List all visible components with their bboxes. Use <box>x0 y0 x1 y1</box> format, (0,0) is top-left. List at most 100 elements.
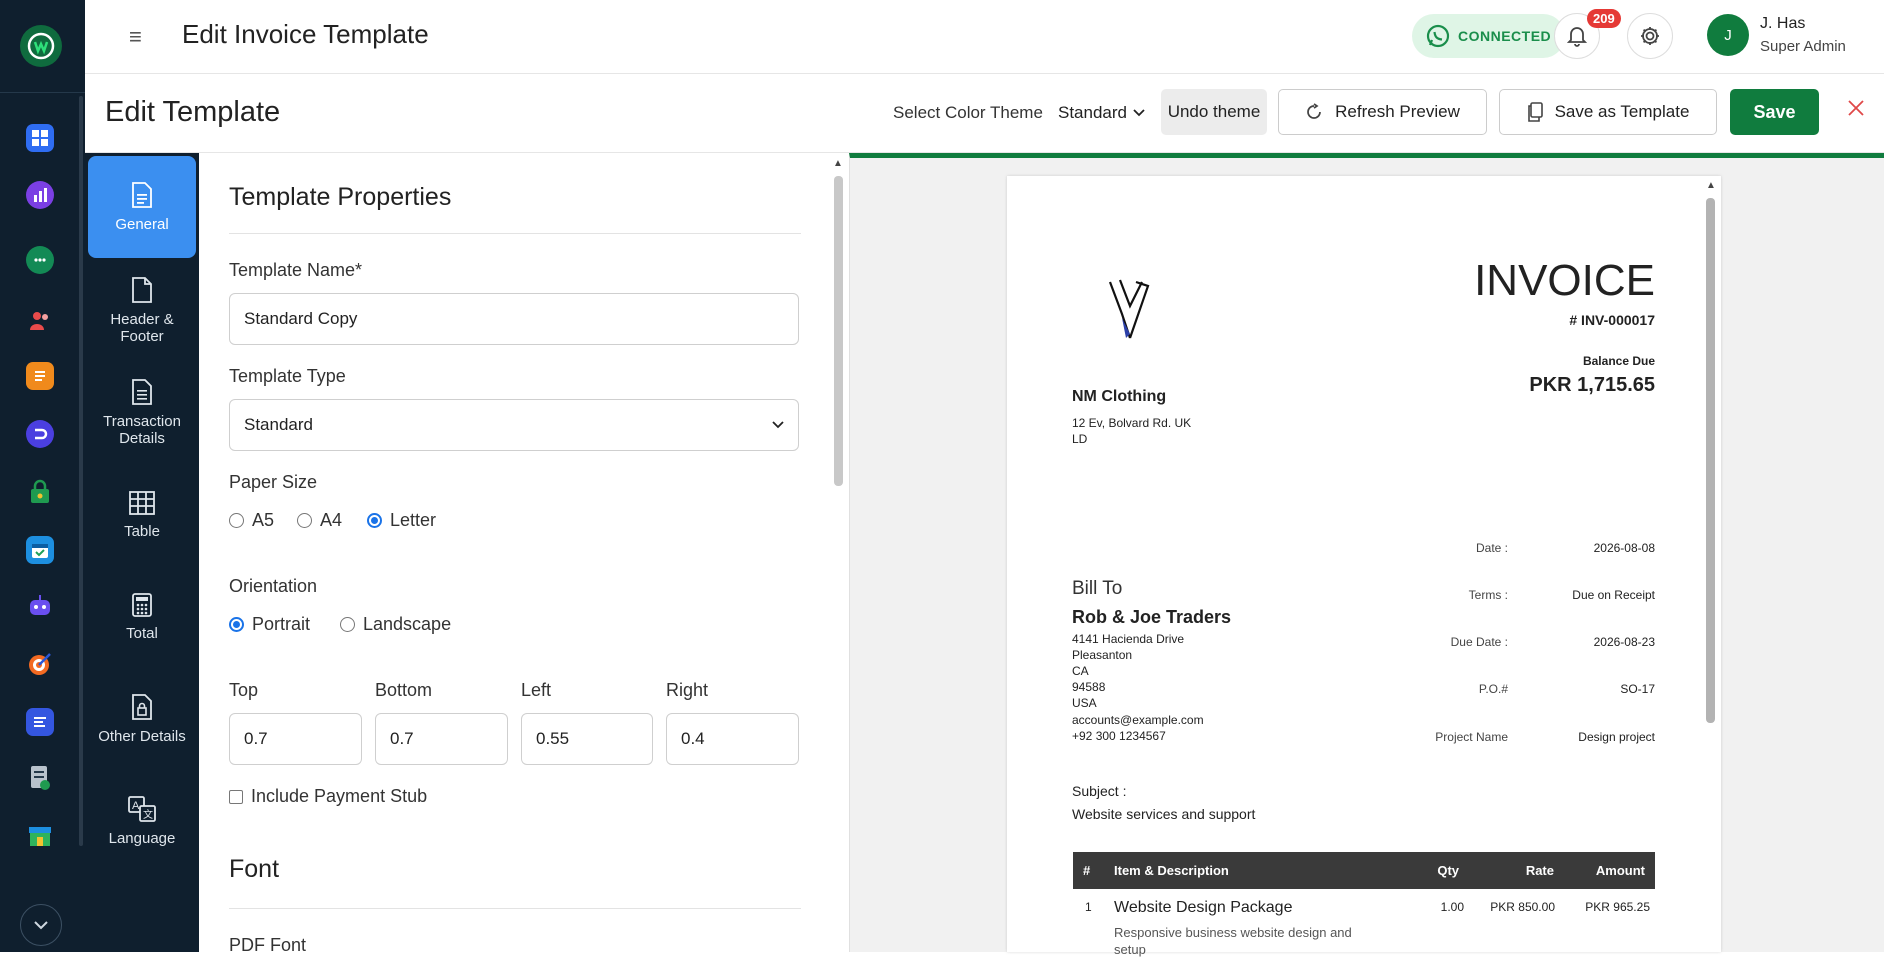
customer-address-line: 94588 <box>1072 680 1106 694</box>
user-name[interactable]: J. Has <box>1760 15 1805 33</box>
save-as-template-button[interactable]: Save as Template <box>1499 89 1717 135</box>
editor-title: Edit Template <box>105 96 281 128</box>
tab-general[interactable]: General <box>88 156 196 258</box>
section-divider <box>229 233 801 234</box>
meta-value: 2026-08-08 <box>1593 541 1655 555</box>
template-name-input[interactable]: Standard Copy <box>229 293 799 345</box>
item-rate: PKR 850.00 <box>1490 900 1555 914</box>
store-icon[interactable] <box>26 822 54 850</box>
chevron-down-icon <box>1133 109 1145 117</box>
save-button[interactable]: Save <box>1730 89 1819 135</box>
page-title: Edit Invoice Template <box>182 19 429 49</box>
margin-right-input[interactable]: 0.4 <box>666 713 799 765</box>
svg-text:A: A <box>132 800 140 812</box>
tab-other-details[interactable]: Other Details <box>88 668 196 770</box>
preview-scrollbar[interactable] <box>1706 198 1715 723</box>
tab-transaction-details-label: Transaction Details <box>103 413 181 447</box>
margin-bottom-input[interactable]: 0.7 <box>375 713 508 765</box>
paper-size-a4-radio[interactable]: A4 <box>297 510 342 531</box>
calculator-icon <box>132 592 152 617</box>
col-number-header: # <box>1083 863 1091 878</box>
scroll-up-arrow-icon[interactable]: ▲ <box>833 158 843 169</box>
invoice-icon[interactable] <box>26 764 54 792</box>
lock-doc-icon <box>132 693 152 720</box>
tab-header-footer-label: Header & Footer <box>110 311 174 345</box>
customer-phone: +92 300 1234567 <box>1072 729 1166 743</box>
table-icon <box>129 490 155 515</box>
template-type-value: Standard <box>244 415 313 434</box>
paper-size-a5-radio[interactable]: A5 <box>229 510 274 531</box>
rail-scrollbar[interactable] <box>79 96 83 846</box>
margin-top-label: Top <box>229 680 259 700</box>
radio-icon <box>340 617 355 632</box>
customer-address-line: CA <box>1072 664 1089 678</box>
calendar-icon[interactable] <box>26 536 54 564</box>
top-bar: ≡ Edit Invoice Template CONNECTED 209 J … <box>85 0 1884 74</box>
balance-due-label: Balance Due <box>1582 354 1655 368</box>
refresh-icon <box>1307 103 1321 119</box>
analytics-icon[interactable] <box>26 181 54 209</box>
chevron-down-icon <box>772 421 784 429</box>
meta-label: Due Date : <box>1450 635 1508 649</box>
form-scrollbar[interactable] <box>834 176 843 486</box>
item-amount: PKR 965.25 <box>1585 900 1650 914</box>
invoice-number: # INV-000017 <box>1569 312 1655 328</box>
meta-value: Design project <box>1578 730 1655 744</box>
scroll-up-arrow-icon[interactable]: ▲ <box>1706 180 1716 191</box>
avatar[interactable]: J <box>1707 14 1749 56</box>
settings-button[interactable] <box>1627 13 1673 59</box>
meta-label: P.O.# <box>1478 682 1508 696</box>
template-type-select[interactable]: Standard <box>229 399 799 451</box>
theme-select-value: Standard <box>1058 103 1127 122</box>
col-item-header: Item & Description <box>1114 863 1229 878</box>
tab-table[interactable]: Table <box>88 464 196 566</box>
menu-icon[interactable]: ≡ <box>129 24 142 50</box>
contacts-icon[interactable] <box>26 306 54 334</box>
dashboard-icon[interactable] <box>26 124 54 152</box>
include-payment-stub-checkbox[interactable]: Include Payment Stub <box>229 786 427 807</box>
flow-icon[interactable] <box>26 420 54 448</box>
document-icon[interactable] <box>26 362 54 390</box>
tab-general-label: General <box>115 215 169 233</box>
pdf-font-label: PDF Font <box>229 935 307 955</box>
col-rate-header: Rate <box>1525 863 1554 878</box>
company-logo <box>1108 279 1150 339</box>
theme-select[interactable]: Standard <box>1058 103 1145 123</box>
list-icon[interactable] <box>26 708 54 736</box>
refresh-preview-button[interactable]: Refresh Preview <box>1278 89 1487 135</box>
checkbox-icon <box>229 789 243 804</box>
chat-icon[interactable] <box>26 246 54 274</box>
connection-status-badge[interactable]: CONNECTED <box>1412 14 1566 58</box>
svg-text:文: 文 <box>143 808 153 821</box>
bot-icon[interactable] <box>26 592 54 620</box>
lock-bag-icon[interactable] <box>26 478 54 506</box>
tab-header-footer[interactable]: Header & Footer <box>88 260 196 362</box>
customer-name: Rob & Joe Traders <box>1072 607 1232 627</box>
refresh-preview-label: Refresh Preview <box>1335 102 1460 121</box>
company-address-line2: LD <box>1072 432 1088 446</box>
paper-size-label: Paper Size <box>229 472 318 492</box>
include-payment-stub-label: Include Payment Stub <box>251 786 428 806</box>
chevron-down-icon[interactable] <box>20 904 62 946</box>
margin-top-input[interactable]: 0.7 <box>229 713 362 765</box>
page-icon <box>132 277 152 303</box>
customer-address-line: 4141 Hacienda Drive <box>1072 632 1185 646</box>
app-rail <box>0 0 85 952</box>
meta-value: SO-17 <box>1620 682 1655 696</box>
close-icon[interactable] <box>1847 96 1865 124</box>
margin-left-input[interactable]: 0.55 <box>521 713 653 765</box>
tab-transaction-details[interactable]: Transaction Details <box>88 362 196 464</box>
paper-size-a4-label: A4 <box>320 510 343 530</box>
app-logo-icon[interactable] <box>20 25 62 67</box>
orientation-portrait-radio[interactable]: Portrait <box>229 614 310 635</box>
balance-due-value: PKR 1,715.65 <box>1529 374 1655 396</box>
save-as-template-label: Save as Template <box>1554 102 1690 121</box>
undo-theme-button[interactable]: Undo theme <box>1161 89 1267 135</box>
orientation-landscape-radio[interactable]: Landscape <box>340 614 451 635</box>
paper-size-letter-radio[interactable]: Letter <box>367 510 436 531</box>
tab-language-label: Language <box>108 829 176 847</box>
tab-language[interactable]: A文 Language <box>88 770 196 872</box>
target-icon[interactable] <box>26 650 54 678</box>
tab-total-label: Total <box>126 624 158 642</box>
tab-total[interactable]: Total <box>88 566 196 668</box>
